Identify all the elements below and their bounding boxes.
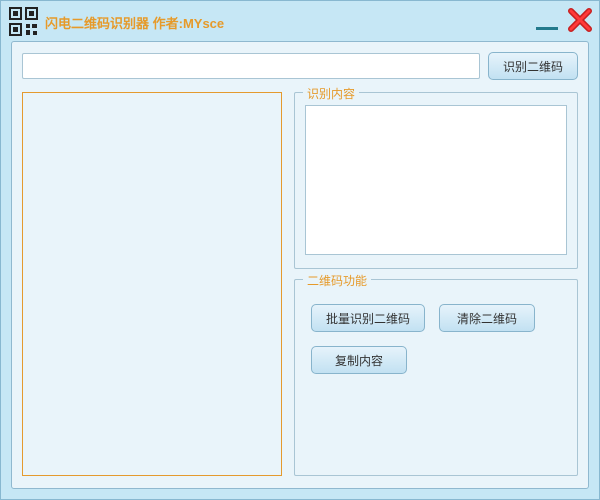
batch-recognize-button[interactable]: 批量识别二维码 [311,304,425,332]
result-group: 识别内容 [294,92,578,269]
clear-qr-button[interactable]: 清除二维码 [439,304,535,332]
titlebar: 闪电二维码识别器 作者:MYsce [1,1,599,39]
qr-preview-box [22,92,282,476]
result-legend: 识别内容 [303,85,359,102]
function-legend: 二维码功能 [303,272,371,289]
top-row: 识别二维码 [22,52,578,80]
function-group: 二维码功能 批量识别二维码 清除二维码 复制内容 [294,279,578,476]
result-textarea[interactable] [305,105,567,255]
client-area: 识别二维码 识别内容 二维码功能 批量识别二维码 清除二维码 复制内容 [11,41,589,489]
app-window: 闪电二维码识别器 作者:MYsce 识别二维码 识别内容 [0,0,600,500]
main-row: 识别内容 二维码功能 批量识别二维码 清除二维码 复制内容 [22,92,578,476]
image-path-input[interactable] [22,53,480,79]
qr-icon [9,7,39,37]
window-title: 闪电二维码识别器 作者:MYsce [45,13,224,32]
minimize-button[interactable] [533,10,561,30]
copy-content-button[interactable]: 复制内容 [311,346,407,374]
window-controls [533,7,593,33]
close-button[interactable] [567,7,593,33]
function-buttons: 批量识别二维码 清除二维码 复制内容 [305,292,567,380]
recognize-button[interactable]: 识别二维码 [488,52,578,80]
right-column: 识别内容 二维码功能 批量识别二维码 清除二维码 复制内容 [294,92,578,476]
